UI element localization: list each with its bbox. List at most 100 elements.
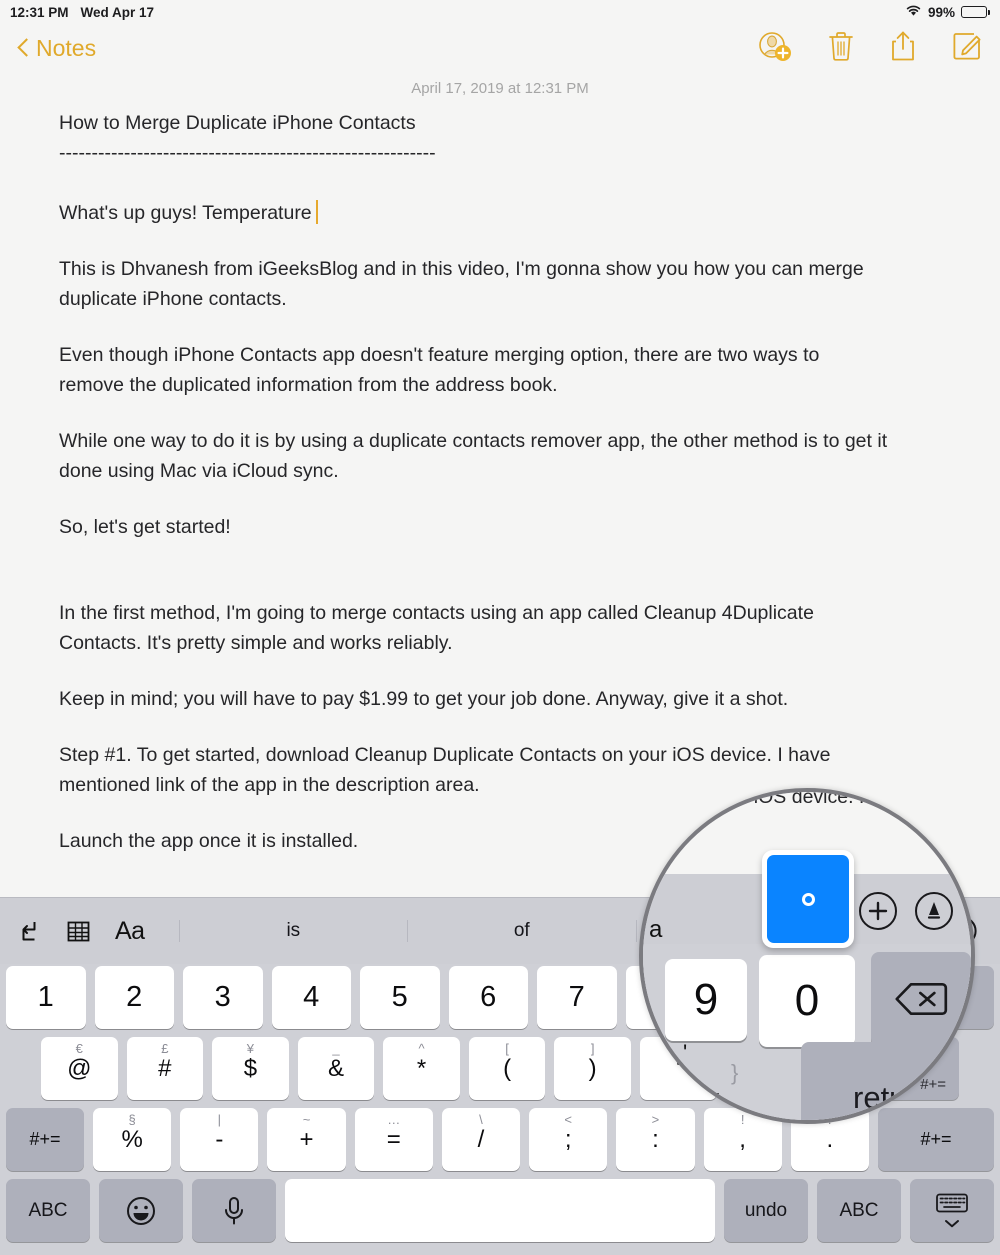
key-main-label: * [416,1054,427,1082]
magnifier-delete-key[interactable] [871,952,971,1046]
key-main-label: ; [564,1125,572,1153]
magnifier-gt-fragment: > [645,1088,657,1110]
key-sub-label: § [128,1112,136,1127]
magnifier-prediction-fragment: a [649,916,663,943]
magnifier-key-9[interactable]: 9 [665,959,747,1041]
microphone-icon[interactable] [192,1179,276,1242]
magnifier-apostrophe-fragment: ' [683,1040,688,1065]
undo-arrow-icon[interactable] [16,918,42,944]
abc-left-key[interactable]: ABC [6,1179,90,1242]
key-7[interactable]: 7 [537,966,617,1029]
key-main-label: % [121,1125,143,1153]
magnifier-exclamation-fragment: ! [715,1090,721,1112]
key-sub-label: ¥ [246,1041,255,1056]
undo-key[interactable]: undo [724,1179,808,1242]
prediction-1[interactable]: is [178,920,409,942]
note-timestamp: April 17, 2019 at 12:31 PM [411,80,589,97]
undo-label: undo [744,1199,788,1221]
key-slash[interactable]: \ / [441,1108,521,1171]
key-main-label: : [652,1125,659,1153]
key-sub-label: \ [479,1112,483,1127]
status-time: 12:31 PM [10,4,69,20]
key-plus[interactable]: ~ + [267,1108,346,1171]
note-title: How to Merge Duplicate iPhone Contacts [59,112,416,134]
key-paren-close[interactable]: ] ) [554,1037,631,1100]
shift-symbols-left-key[interactable]: #+= [6,1108,84,1171]
key-sub-label: < [564,1112,572,1127]
key-4[interactable]: 4 [271,966,351,1029]
key-main-label: ( [503,1054,512,1082]
abc-right-label: ABC [839,1199,879,1221]
note-paragraph-6: In the first method, I'm going to merge … [59,602,814,654]
key-sub-label: … [387,1112,401,1127]
text-style-button[interactable]: Aa [115,917,145,946]
magnifier-lens: cts on your iOS device. I a 9 0 '} retu… [639,788,975,1124]
magnifier-key-0[interactable]: 0 [759,955,855,1047]
key-main-label: ) [588,1054,597,1082]
key-sub-label: | [217,1112,222,1127]
space-key[interactable] [285,1179,715,1242]
note-paragraph-1: What's up guys! Temperature [59,198,889,228]
key-6[interactable]: 6 [448,966,528,1029]
wifi-icon [905,4,922,20]
note-paragraph-2: This is Dhvanesh from iGeeksBlog and in … [59,258,864,310]
key-sub-label: [ [505,1041,509,1056]
key-3[interactable]: 3 [183,966,263,1029]
key-2[interactable]: 2 [94,966,174,1029]
battery-icon [961,6,990,18]
back-button-label: Notes [36,34,97,61]
note-paragraph-7: Keep in mind; you will have to pay $1.99… [59,688,789,710]
text-caret [315,200,319,224]
back-to-notes-button[interactable]: Notes [18,35,96,62]
key-hash[interactable]: £ # [126,1037,204,1100]
key-sub-label: £ [161,1041,169,1056]
magnifier-brace-fragment: } [731,1060,739,1085]
key-paren-open[interactable]: [ ( [468,1037,546,1100]
add-person-button[interactable] [758,30,792,67]
battery-percent: 99% [927,4,955,20]
key-sub-label: ] [590,1041,595,1056]
note-paragraph-8: Step #1. To get started, download Cleanu… [59,744,831,796]
magnifier-period-fragment: . [783,1114,789,1120]
magnifier-plus-circle-icon[interactable] [859,892,897,930]
magnifier-content: cts on your iOS device. I a 9 0 '} retu… [643,792,971,1120]
key-sub-label: _ [332,1041,340,1056]
note-divider: ----------------------------------------… [59,142,436,164]
hide-keyboard-icon[interactable] [910,1179,994,1242]
key-main-label: / [477,1125,485,1153]
note-paragraph-3: Even though iPhone Contacts app doesn't … [59,344,820,396]
key-sub-label: € [75,1041,83,1056]
magnifier-key-popup [762,850,854,948]
note-paragraph-4: While one way to do it is by using a dup… [59,430,888,482]
share-icon[interactable] [890,30,916,67]
keyboard-row-bottom: ABC undo ABC [6,1179,994,1242]
magnifier-key-popup-highlight [767,855,849,943]
key-main-label: # [158,1054,172,1082]
abc-right-key[interactable]: ABC [817,1179,901,1242]
key-main-label: , [739,1125,746,1153]
prediction-2[interactable]: of [408,920,637,942]
key-semicolon[interactable]: < ; [529,1108,608,1171]
navigation-bar: Notes [0,24,1000,72]
key-percent[interactable]: § % [93,1108,172,1171]
note-body[interactable]: How to Merge Duplicate iPhone Contacts -… [59,108,889,856]
key-main-label: $ [243,1054,258,1082]
key-dollar[interactable]: ¥ $ [212,1037,289,1100]
key-main-label: . [826,1125,834,1153]
trash-icon[interactable] [828,30,854,67]
key-1[interactable]: 1 [6,966,86,1029]
magnifier-markup-pen-icon[interactable] [915,892,953,930]
key-at[interactable]: € @ [41,1037,118,1100]
key-main-label: & [327,1054,344,1082]
table-icon[interactable] [66,919,91,944]
key-ampersand[interactable]: _ & [297,1037,375,1100]
key-sub-label: ~ [302,1112,311,1127]
key-sub-label: ^ [418,1041,425,1056]
key-equals[interactable]: … = [354,1108,433,1171]
key-asterisk[interactable]: ^ * [383,1037,460,1100]
compose-icon[interactable] [952,30,982,67]
key-main-label: = [386,1125,401,1153]
key-hyphen[interactable]: | - [180,1108,259,1171]
key-5[interactable]: 5 [360,966,440,1029]
emoji-icon[interactable] [99,1179,183,1242]
